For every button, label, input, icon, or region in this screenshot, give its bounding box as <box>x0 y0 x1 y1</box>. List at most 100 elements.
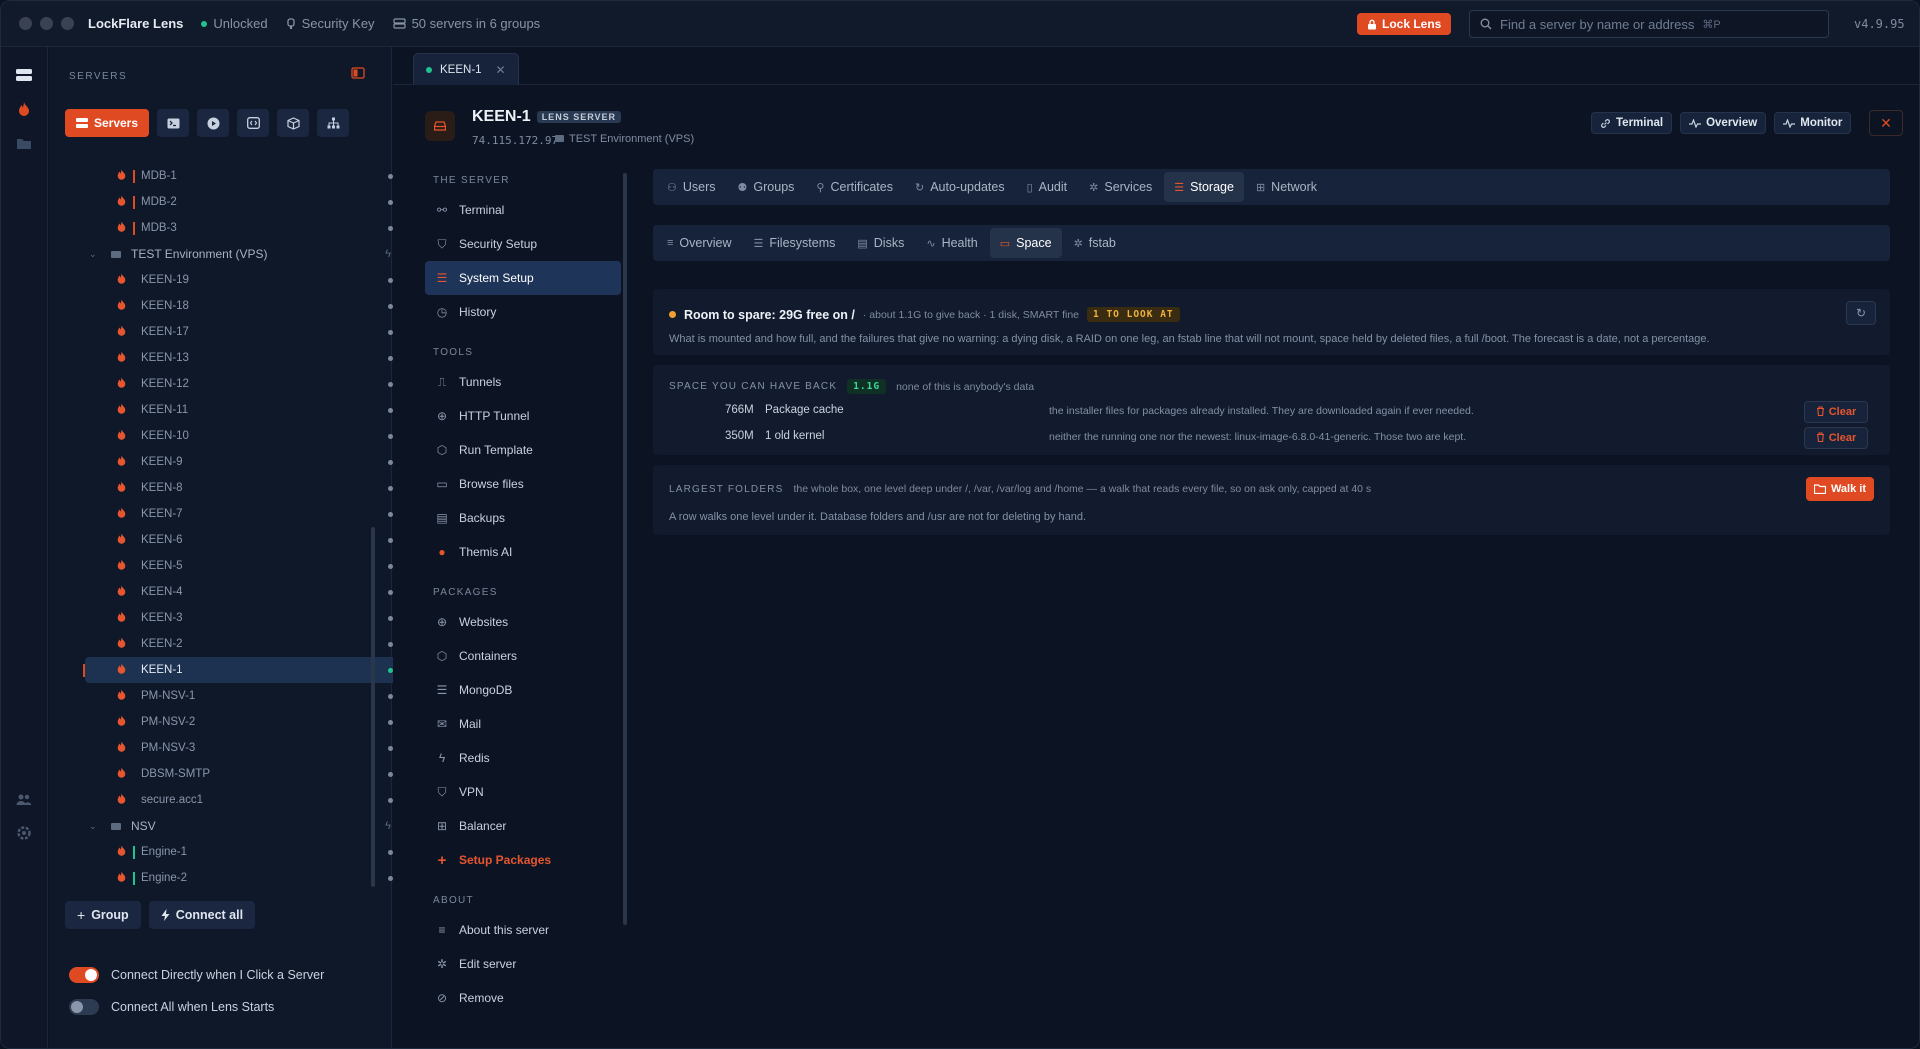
nav-edit-server[interactable]: ✲ Edit server <box>425 947 621 981</box>
tree-server-item[interactable]: KEEN-1 <box>83 657 405 683</box>
nav-terminal[interactable]: ⚯ Terminal <box>425 193 621 227</box>
tree-server-item[interactable]: KEEN-19 <box>85 267 405 293</box>
refresh-button[interactable]: ↻ <box>1846 301 1876 325</box>
users-rail-icon[interactable] <box>14 789 34 809</box>
nav-http-tunnel[interactable]: ⊕ HTTP Tunnel <box>425 399 621 433</box>
nav-mongodb[interactable]: ☰ MongoDB <box>425 673 621 707</box>
tree-server-item[interactable]: MDB-3 <box>85 215 405 241</box>
nav-tunnels[interactable]: ⎍ Tunnels <box>425 365 621 399</box>
tree-server-item[interactable]: KEEN-3 <box>85 605 405 631</box>
nav-system-setup[interactable]: ☰ System Setup <box>425 261 621 295</box>
tree-server-item[interactable]: KEEN-18 <box>85 293 405 319</box>
minimize-window-button[interactable] <box>40 17 53 30</box>
tree-server-item[interactable]: Engine-1 <box>85 839 405 865</box>
subtab-fstab[interactable]: ✲ fstab <box>1064 228 1126 258</box>
folder-rail-icon[interactable] <box>14 133 34 153</box>
nav-run-template[interactable]: ⬡ Run Template <box>425 433 621 467</box>
lock-lens-button[interactable]: Lock Lens <box>1357 13 1452 35</box>
tree-server-item[interactable]: MDB-2 <box>85 189 405 215</box>
nav-balancer[interactable]: ⊞ Balancer <box>425 809 621 843</box>
chevron-down-icon[interactable]: ⌄ <box>89 821 105 832</box>
tree-server-item[interactable]: secure.acc1 <box>85 787 405 813</box>
add-group-button[interactable]: + Group <box>65 901 141 929</box>
tree-server-item[interactable]: PM-NSV-2 <box>85 709 405 735</box>
tree-server-item[interactable]: Engine-2 <box>85 865 405 891</box>
package-view-button[interactable] <box>277 109 309 137</box>
nav-themis-ai[interactable]: ● Themis AI <box>425 535 621 569</box>
nav-vpn[interactable]: ⛉ VPN <box>425 775 621 809</box>
tree-server-item[interactable]: KEEN-4 <box>85 579 405 605</box>
nav-remove[interactable]: ⊘ Remove <box>425 981 621 1015</box>
flame-rail-icon[interactable] <box>14 99 34 119</box>
tree-server-item[interactable]: KEEN-10 <box>85 423 405 449</box>
monitor-button[interactable]: Monitor <box>1774 112 1852 134</box>
nav-mail[interactable]: ✉ Mail <box>425 707 621 741</box>
tree-group[interactable]: ⌄ TEST Environment (VPS) ϟ <box>85 241 405 267</box>
code-view-button[interactable] <box>237 109 269 137</box>
tree-server-item[interactable]: KEEN-8 <box>85 475 405 501</box>
tab-network[interactable]: ⊞ Network <box>1246 172 1327 202</box>
tab-keen-1[interactable]: KEEN-1 ✕ <box>413 53 519 85</box>
subtab-overview[interactable]: ≡ Overview <box>657 228 742 258</box>
zoom-window-button[interactable] <box>61 17 74 30</box>
servers-rail-icon[interactable] <box>14 65 34 85</box>
tree-server-item[interactable]: KEEN-9 <box>85 449 405 475</box>
tree-server-item[interactable]: KEEN-17 <box>85 319 405 345</box>
close-server-button[interactable]: ✕ <box>1869 110 1903 136</box>
subtab-disks[interactable]: ▤ Disks <box>847 228 914 258</box>
security-key-indicator[interactable]: Security Key <box>286 16 375 31</box>
tree-server-item[interactable]: PM-NSV-3 <box>85 735 405 761</box>
nav-scrollbar[interactable] <box>623 173 627 925</box>
tab-groups[interactable]: ⚉ Groups <box>728 172 805 202</box>
bolt-icon[interactable]: ϟ <box>385 820 391 832</box>
close-window-button[interactable] <box>19 17 32 30</box>
clear-button[interactable]: Clear <box>1804 427 1868 449</box>
tab-certificates[interactable]: ⚲ Certificates <box>806 172 903 202</box>
sidebar-scrollbar[interactable] <box>371 527 375 887</box>
servers-view-button[interactable]: Servers <box>65 109 149 137</box>
open-terminal-button[interactable]: Terminal <box>1591 112 1673 134</box>
search-input[interactable]: Find a server by name or address ⌘P <box>1469 10 1829 38</box>
tree-server-item[interactable]: KEEN-2 <box>85 631 405 657</box>
tree-server-item[interactable]: KEEN-5 <box>85 553 405 579</box>
tree-server-item[interactable]: DBSM-SMTP <box>85 761 405 787</box>
connect-on-start-toggle[interactable] <box>69 999 99 1015</box>
tree-server-item[interactable]: KEEN-11 <box>85 397 405 423</box>
tree-server-item[interactable]: KEEN-12 <box>85 371 405 397</box>
nav-backups[interactable]: ▤ Backups <box>425 501 621 535</box>
nav-redis[interactable]: ϟ Redis <box>425 741 621 775</box>
tree-server-item[interactable]: KEEN-7 <box>85 501 405 527</box>
connect-directly-toggle[interactable] <box>69 967 99 983</box>
subtab-space[interactable]: ▭ Space <box>989 228 1062 258</box>
nav-security-setup[interactable]: ⛉ Security Setup <box>425 227 621 261</box>
network-view-button[interactable] <box>317 109 349 137</box>
nav-about-server[interactable]: ≡ About this server <box>425 913 621 947</box>
nav-setup-packages[interactable]: + Setup Packages <box>425 843 621 877</box>
subtab-health[interactable]: ∿ Health <box>916 228 987 258</box>
subtab-filesystems[interactable]: ☰ Filesystems <box>744 228 846 258</box>
settings-rail-icon[interactable] <box>14 823 34 843</box>
tree-server-item[interactable]: KEEN-13 <box>85 345 405 371</box>
nav-browse-files[interactable]: ▭ Browse files <box>425 467 621 501</box>
sidebar-collapse-icon[interactable] <box>351 67 365 82</box>
terminal-view-button[interactable] <box>157 109 189 137</box>
nav-containers[interactable]: ⬡ Containers <box>425 639 621 673</box>
tab-services[interactable]: ✲ Services <box>1079 172 1162 202</box>
connect-all-button[interactable]: Connect all <box>148 901 256 929</box>
overview-button[interactable]: Overview <box>1680 112 1767 134</box>
clear-button[interactable]: Clear <box>1804 401 1868 423</box>
play-view-button[interactable] <box>197 109 229 137</box>
nav-websites[interactable]: ⊕ Websites <box>425 605 621 639</box>
tab-users[interactable]: ⚇ Users <box>657 172 726 202</box>
walk-it-button[interactable]: Walk it <box>1805 477 1874 501</box>
tab-storage[interactable]: ☰ Storage <box>1164 172 1244 202</box>
bolt-icon[interactable]: ϟ <box>385 248 391 260</box>
tree-server-item[interactable]: KEEN-6 <box>85 527 405 553</box>
tab-auto-updates[interactable]: ↻ Auto-updates <box>905 172 1015 202</box>
tree-group[interactable]: ⌄ NSV ϟ <box>85 813 405 839</box>
tree-server-item[interactable]: PM-NSV-1 <box>85 683 405 709</box>
nav-history[interactable]: ◷ History <box>425 295 621 329</box>
tab-close-icon[interactable]: ✕ <box>496 63 506 77</box>
tree-server-item[interactable]: MDB-1 <box>85 163 405 189</box>
chevron-down-icon[interactable]: ⌄ <box>89 249 105 260</box>
